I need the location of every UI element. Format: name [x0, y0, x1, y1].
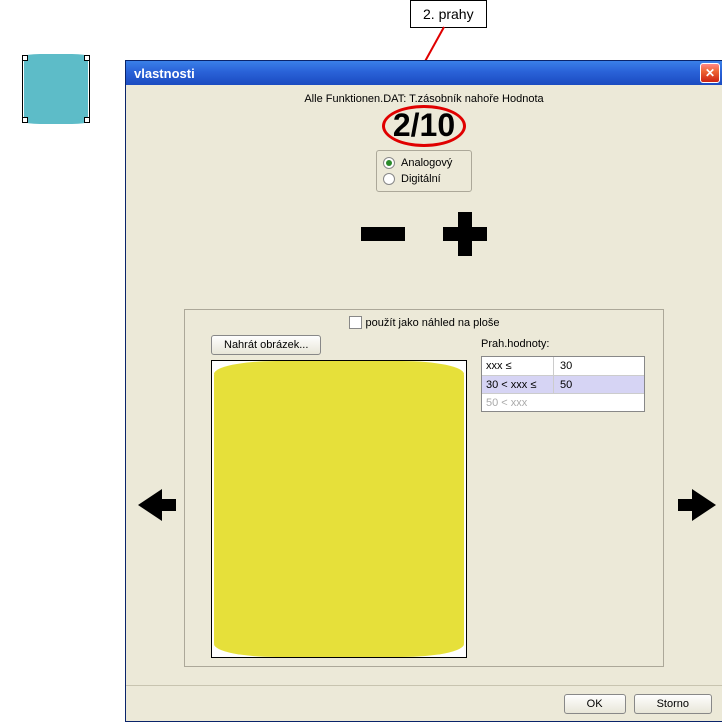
- properties-dialog: vlastnosti ✕ Alle Funktionen.DAT: T.záso…: [125, 60, 722, 722]
- resize-handle[interactable]: [22, 55, 28, 61]
- thresholds-label: Prah.hodnoty:: [481, 338, 550, 350]
- threshold-val: 50: [554, 379, 644, 391]
- preview-canvas: [211, 360, 467, 658]
- highlight-ellipse: [382, 105, 466, 147]
- yellow-cylinder-icon: [214, 375, 464, 643]
- preview-groupbox: použít jako náhled na ploše Nahrát obráz…: [184, 309, 664, 667]
- minus-button[interactable]: [361, 212, 405, 256]
- radio-dot-icon: [383, 173, 395, 185]
- resize-handle[interactable]: [84, 55, 90, 61]
- page-counter: 2/10: [126, 107, 722, 144]
- radio-analog[interactable]: Analogový: [383, 155, 465, 171]
- threshold-val: 30: [554, 360, 644, 372]
- dialog-footer: OK Storno: [126, 685, 722, 721]
- threshold-expr: 30 < xxx ≤: [482, 376, 554, 393]
- ok-button[interactable]: OK: [564, 694, 626, 714]
- plus-button[interactable]: [443, 212, 487, 256]
- checkbox-label: použít jako náhled na ploše: [366, 317, 500, 329]
- radio-digital[interactable]: Digitální: [383, 171, 465, 187]
- mode-radio-group: Analogový Digitální: [376, 150, 472, 192]
- next-arrow[interactable]: [678, 485, 718, 525]
- radio-analog-label: Analogový: [401, 157, 452, 169]
- radio-digital-label: Digitální: [401, 173, 441, 185]
- threshold-row-selected[interactable]: 30 < xxx ≤ 50: [482, 375, 644, 393]
- dialog-body: Alle Funktionen.DAT: T.zásobník nahoře H…: [126, 85, 722, 685]
- subtitle: Alle Funktionen.DAT: T.zásobník nahoře H…: [126, 93, 722, 105]
- cylinder-thumbnail[interactable]: [22, 55, 90, 123]
- thresholds-table[interactable]: xxx ≤ 30 30 < xxx ≤ 50 50 < xxx: [481, 356, 645, 412]
- threshold-expr: xxx ≤: [482, 357, 554, 375]
- titlebar[interactable]: vlastnosti ✕: [126, 61, 722, 85]
- increment-controls: [126, 212, 722, 256]
- resize-handle[interactable]: [84, 117, 90, 123]
- cancel-button[interactable]: Storno: [634, 694, 712, 714]
- prev-arrow[interactable]: [136, 485, 176, 525]
- load-image-button[interactable]: Nahrát obrázek...: [211, 335, 321, 355]
- threshold-row[interactable]: xxx ≤ 30: [482, 357, 644, 375]
- window-title: vlastnosti: [134, 66, 195, 81]
- annotation-prahy: 2. prahy: [410, 0, 487, 28]
- radio-dot-icon: [383, 157, 395, 169]
- close-button[interactable]: ✕: [700, 63, 720, 83]
- use-as-preview-checkbox[interactable]: [349, 316, 362, 329]
- resize-handle[interactable]: [22, 117, 28, 123]
- threshold-expr: 50 < xxx: [482, 394, 554, 411]
- threshold-row-disabled: 50 < xxx: [482, 393, 644, 411]
